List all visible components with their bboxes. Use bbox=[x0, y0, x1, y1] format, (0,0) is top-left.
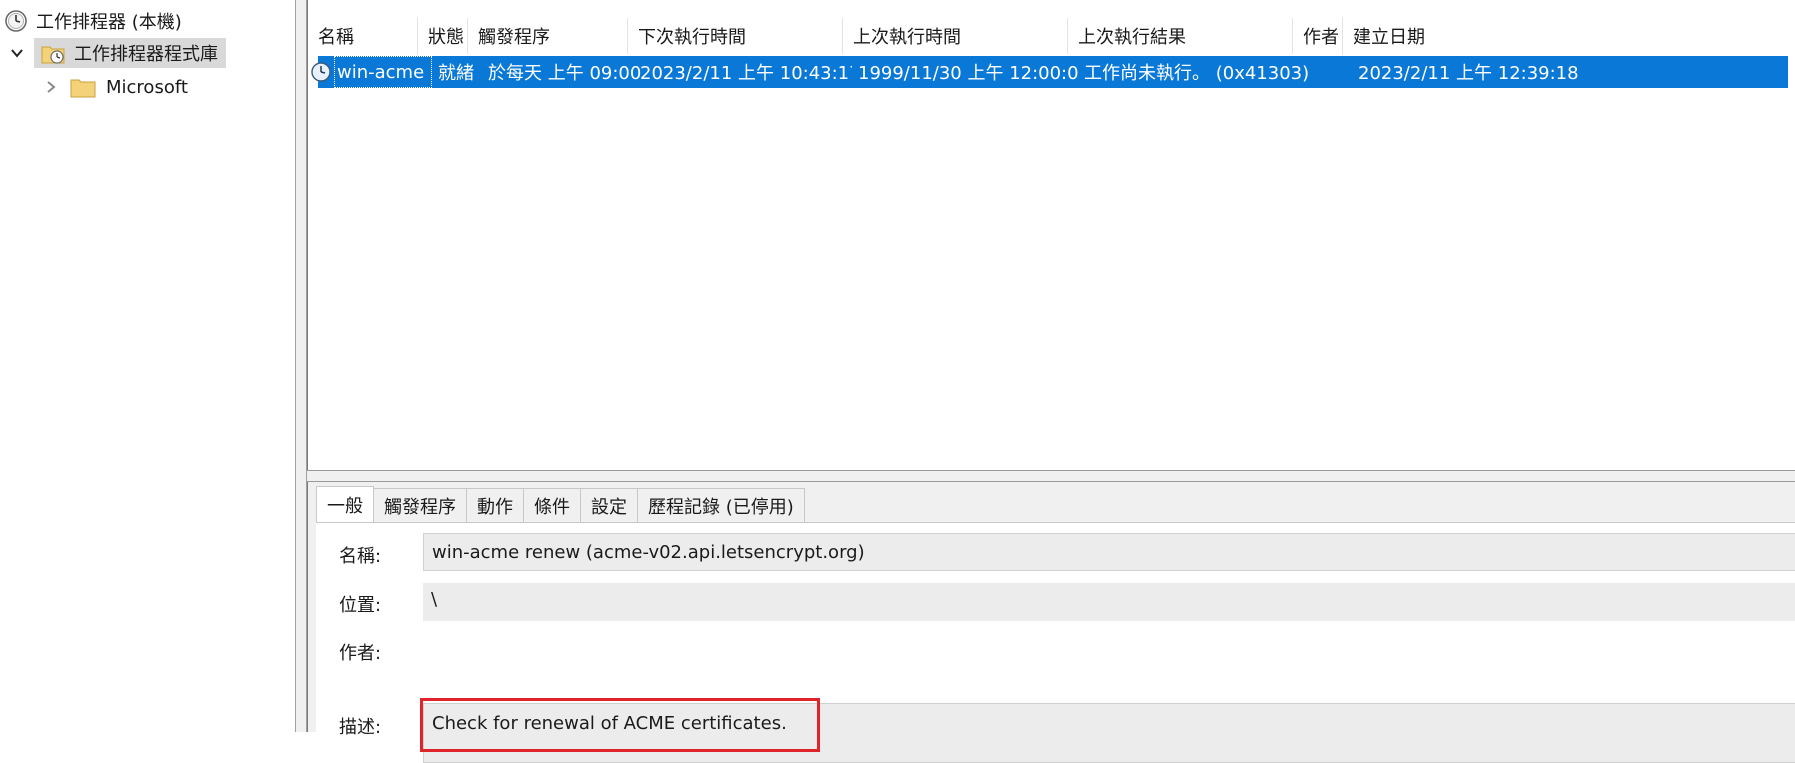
cell-name: win-acme r... bbox=[334, 56, 432, 88]
cell-created: 2023/2/11 上午 12:39:18 bbox=[1358, 63, 1579, 84]
column-status[interactable]: 狀態 bbox=[418, 18, 468, 54]
tab-history[interactable]: 歷程記錄 (已停用) bbox=[637, 488, 805, 522]
column-header: 名稱 狀態 觸發程序 下次執行時間 上次執行時間 上次執行結果 作者 建立日期 bbox=[308, 18, 1795, 54]
cell-last-result: 工作尚未執行。 (0x41303) bbox=[1084, 63, 1308, 84]
details-pane: 一般 觸發程序 動作 條件 設定 歷程記錄 (已停用) 名稱: win-acme… bbox=[307, 482, 1795, 763]
cell-trigger: 於每天 上午 09:00 bbox=[488, 63, 642, 84]
tab-triggers[interactable]: 觸發程序 bbox=[373, 488, 467, 522]
tab-actions[interactable]: 動作 bbox=[466, 488, 524, 522]
folder-icon bbox=[70, 76, 96, 98]
chevron-right-icon[interactable] bbox=[42, 78, 60, 96]
tab-general[interactable]: 一般 bbox=[316, 486, 374, 522]
name-label: 名稱: bbox=[339, 546, 382, 567]
tree-item-root-label: 工作排程器 (本機) bbox=[36, 12, 182, 33]
tree-item-root[interactable]: 工作排程器 (本機) bbox=[4, 6, 182, 36]
column-last-result[interactable]: 上次執行結果 bbox=[1068, 18, 1293, 54]
name-field[interactable]: win-acme renew (acme-v02.api.letsencrypt… bbox=[423, 533, 1795, 571]
author-label: 作者: bbox=[339, 643, 382, 664]
tree-item-microsoft[interactable]: Microsoft bbox=[42, 72, 188, 102]
column-author[interactable]: 作者 bbox=[1293, 18, 1343, 54]
vertical-splitter[interactable] bbox=[295, 0, 307, 732]
column-last-run[interactable]: 上次執行時間 bbox=[843, 18, 1068, 54]
tree-item-library-label: 工作排程器程式庫 bbox=[74, 44, 218, 65]
tab-strip: 一般 觸發程序 動作 條件 設定 歷程記錄 (已停用) bbox=[316, 486, 805, 522]
clock-icon bbox=[4, 9, 28, 33]
column-next-run[interactable]: 下次執行時間 bbox=[628, 18, 843, 54]
tree-item-library[interactable]: 工作排程器程式庫 bbox=[8, 38, 226, 68]
navigation-tree: 工作排程器 (本機) 工作排程器程式庫 Microsoft bbox=[0, 0, 295, 732]
cell-last-run: 1999/11/30 上午 12:00:00 bbox=[858, 63, 1078, 84]
chevron-down-icon[interactable] bbox=[8, 44, 26, 62]
general-tab-panel: 名稱: win-acme renew (acme-v02.api.letsenc… bbox=[316, 522, 1795, 763]
cell-next-run: 2023/2/11 上午 10:43:17 bbox=[640, 63, 852, 84]
scheduled-folder-icon bbox=[40, 41, 66, 65]
author-field bbox=[423, 631, 1795, 669]
cell-author bbox=[1308, 56, 1348, 88]
task-list: 名稱 狀態 觸發程序 下次執行時間 上次執行時間 上次執行結果 作者 建立日期 … bbox=[307, 0, 1795, 470]
location-label: 位置: bbox=[339, 595, 382, 616]
table-row[interactable]: win-acme r... 就緒 於每天 上午 09:00 2023/2/11 … bbox=[311, 56, 1788, 88]
horizontal-splitter[interactable] bbox=[307, 470, 1795, 482]
location-field: \ bbox=[423, 583, 1795, 621]
tree-item-library-selection: 工作排程器程式庫 bbox=[34, 38, 226, 68]
cell-status: 就緒 bbox=[438, 63, 474, 84]
tree-item-microsoft-label: Microsoft bbox=[106, 76, 188, 98]
task-clock-icon bbox=[310, 61, 332, 83]
tab-conditions[interactable]: 條件 bbox=[523, 488, 581, 522]
highlight-box bbox=[420, 698, 820, 752]
tab-settings[interactable]: 設定 bbox=[580, 488, 638, 522]
description-label: 描述: bbox=[339, 717, 382, 738]
column-trigger[interactable]: 觸發程序 bbox=[468, 18, 628, 54]
column-name[interactable]: 名稱 bbox=[308, 18, 418, 54]
column-created[interactable]: 建立日期 bbox=[1343, 18, 1793, 54]
